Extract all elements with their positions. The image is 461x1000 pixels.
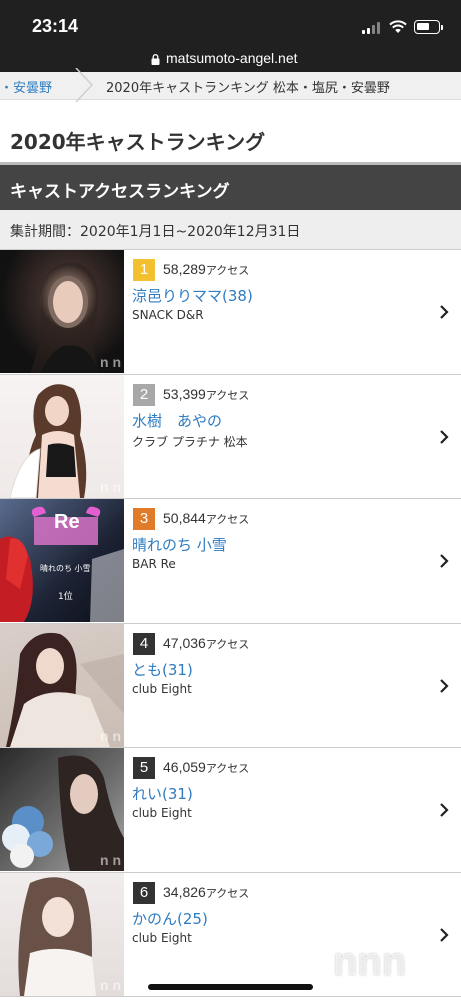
- access-count: 58,289アクセス: [163, 261, 249, 278]
- access-unit: アクセス: [205, 514, 250, 526]
- section-header: キャストアクセスランキング: [0, 162, 461, 210]
- breadcrumb-separator-icon: [75, 68, 94, 102]
- ranking-row-2[interactable]: n n 2 53,399アクセス 水樹 あやの クラブ プラチナ 松本: [0, 374, 461, 499]
- chevron-right-icon[interactable]: [439, 803, 449, 817]
- cast-name-link[interactable]: とも(31): [132, 659, 193, 680]
- access-value: 34,826: [163, 883, 206, 900]
- access-value: 50,844: [163, 510, 206, 526]
- chevron-right-icon[interactable]: [439, 678, 449, 693]
- rank-badge: 2: [133, 383, 155, 406]
- cast-photo-2[interactable]: n n: [0, 374, 124, 498]
- period-text: 集計期間：2020年1月1日~2020年12月31日: [10, 224, 301, 240]
- rank-badge: 4: [133, 632, 155, 655]
- cast-name-link[interactable]: かのん(25): [132, 908, 208, 929]
- shop-name: club Eight: [132, 681, 192, 696]
- browser-url-bar[interactable]: matsumoto-angel.net: [0, 42, 461, 76]
- breadcrumb-link-azumino[interactable]: ・安曇野: [0, 77, 52, 96]
- access-unit: アクセス: [205, 887, 250, 900]
- cast-name-link[interactable]: 晴れのち 小雪: [132, 534, 227, 555]
- access-value: 58,289: [163, 261, 206, 277]
- access-count: 34,826アクセス: [163, 884, 249, 901]
- breadcrumb-current: 2020年キャストランキング 松本・塩尻・安曇野: [106, 81, 390, 96]
- access-count: 50,844アクセス: [163, 510, 249, 527]
- cast-name-link[interactable]: れい(31): [132, 783, 193, 804]
- ranking-row-1[interactable]: n n 1 58,289アクセス 涼邑りりママ(38) SNACK D&R: [0, 250, 461, 375]
- section-title: キャストアクセスランキング: [10, 182, 230, 202]
- shop-name: SNACK D&R: [132, 308, 204, 322]
- rank-badge: 3: [133, 508, 155, 530]
- access-value: 46,059: [163, 759, 206, 775]
- shop-name: club Eight: [132, 930, 192, 945]
- photo-watermark: n n: [100, 478, 121, 495]
- access-count: 47,036アクセス: [163, 635, 249, 652]
- ranking-row-4[interactable]: n n 4 47,036アクセス とも(31) club Eight: [0, 623, 461, 748]
- re-award: 1位: [58, 590, 73, 602]
- re-logo: Re: [54, 511, 80, 533]
- access-count: 46,059アクセス: [163, 759, 249, 776]
- cast-photo-6[interactable]: n n: [0, 872, 124, 996]
- corner-watermark-logo: nnn: [333, 940, 407, 984]
- cast-photo-5[interactable]: n n: [0, 748, 124, 871]
- access-count: 53,399アクセス: [163, 386, 249, 403]
- breadcrumb: ・安曇野 2020年キャストランキング 松本・塩尻・安曇野: [0, 68, 461, 102]
- status-time: 23:14: [32, 16, 79, 36]
- ranking-row-3[interactable]: 晴れのち 小雪 1位 Re 3 50,844アクセス 晴れのち 小雪 BAR R…: [0, 499, 461, 624]
- ranking-list: n n 1 58,289アクセス 涼邑りりママ(38) SNACK D&R n …: [0, 250, 461, 997]
- access-unit: アクセス: [205, 638, 250, 651]
- chevron-right-icon[interactable]: [439, 554, 449, 568]
- photo-watermark: n n: [100, 727, 121, 744]
- home-indicator[interactable]: [148, 984, 313, 990]
- cast-name-link[interactable]: 水樹 あやの: [132, 410, 222, 431]
- cast-name-link[interactable]: 涼邑りりママ(38): [132, 285, 253, 306]
- battery-tip: [441, 25, 443, 30]
- cast-photo-1[interactable]: n n: [0, 250, 124, 373]
- battery-icon: [414, 20, 440, 34]
- cellular-signal-icon: [362, 22, 382, 34]
- ranking-row-5[interactable]: n n 5 46,059アクセス れい(31) club Eight: [0, 748, 461, 873]
- access-value: 47,036: [163, 634, 206, 651]
- access-unit: アクセス: [205, 763, 250, 775]
- rank-badge: 5: [133, 757, 155, 779]
- aggregation-period: 集計期間：2020年1月1日~2020年12月31日: [0, 210, 461, 250]
- cast-photo-3[interactable]: 晴れのち 小雪 1位 Re: [0, 499, 124, 622]
- access-value: 53,399: [163, 385, 206, 402]
- photo-watermark: n n: [100, 852, 121, 868]
- shop-name: クラブ プラチナ 松本: [132, 434, 248, 449]
- shop-name: club Eight: [132, 806, 192, 820]
- photo-watermark: n n: [100, 354, 121, 370]
- rank-badge: 6: [133, 881, 155, 904]
- chevron-right-icon[interactable]: [439, 305, 449, 319]
- photo-watermark: n n: [100, 976, 121, 993]
- cast-photo-4[interactable]: n n: [0, 623, 124, 747]
- url-text: matsumoto-angel.net: [166, 50, 298, 66]
- lock-icon: [151, 54, 160, 65]
- access-unit: アクセス: [205, 265, 250, 277]
- chevron-right-icon[interactable]: [439, 429, 449, 444]
- wifi-icon: [389, 20, 407, 33]
- rank-badge: 1: [133, 259, 155, 281]
- status-bar: 23:14: [0, 0, 461, 42]
- page-title: 2020年キャストランキング: [10, 130, 266, 154]
- shop-name: BAR Re: [132, 557, 176, 571]
- re-caption: 晴れのち 小雪: [40, 563, 91, 573]
- access-unit: アクセス: [205, 389, 250, 402]
